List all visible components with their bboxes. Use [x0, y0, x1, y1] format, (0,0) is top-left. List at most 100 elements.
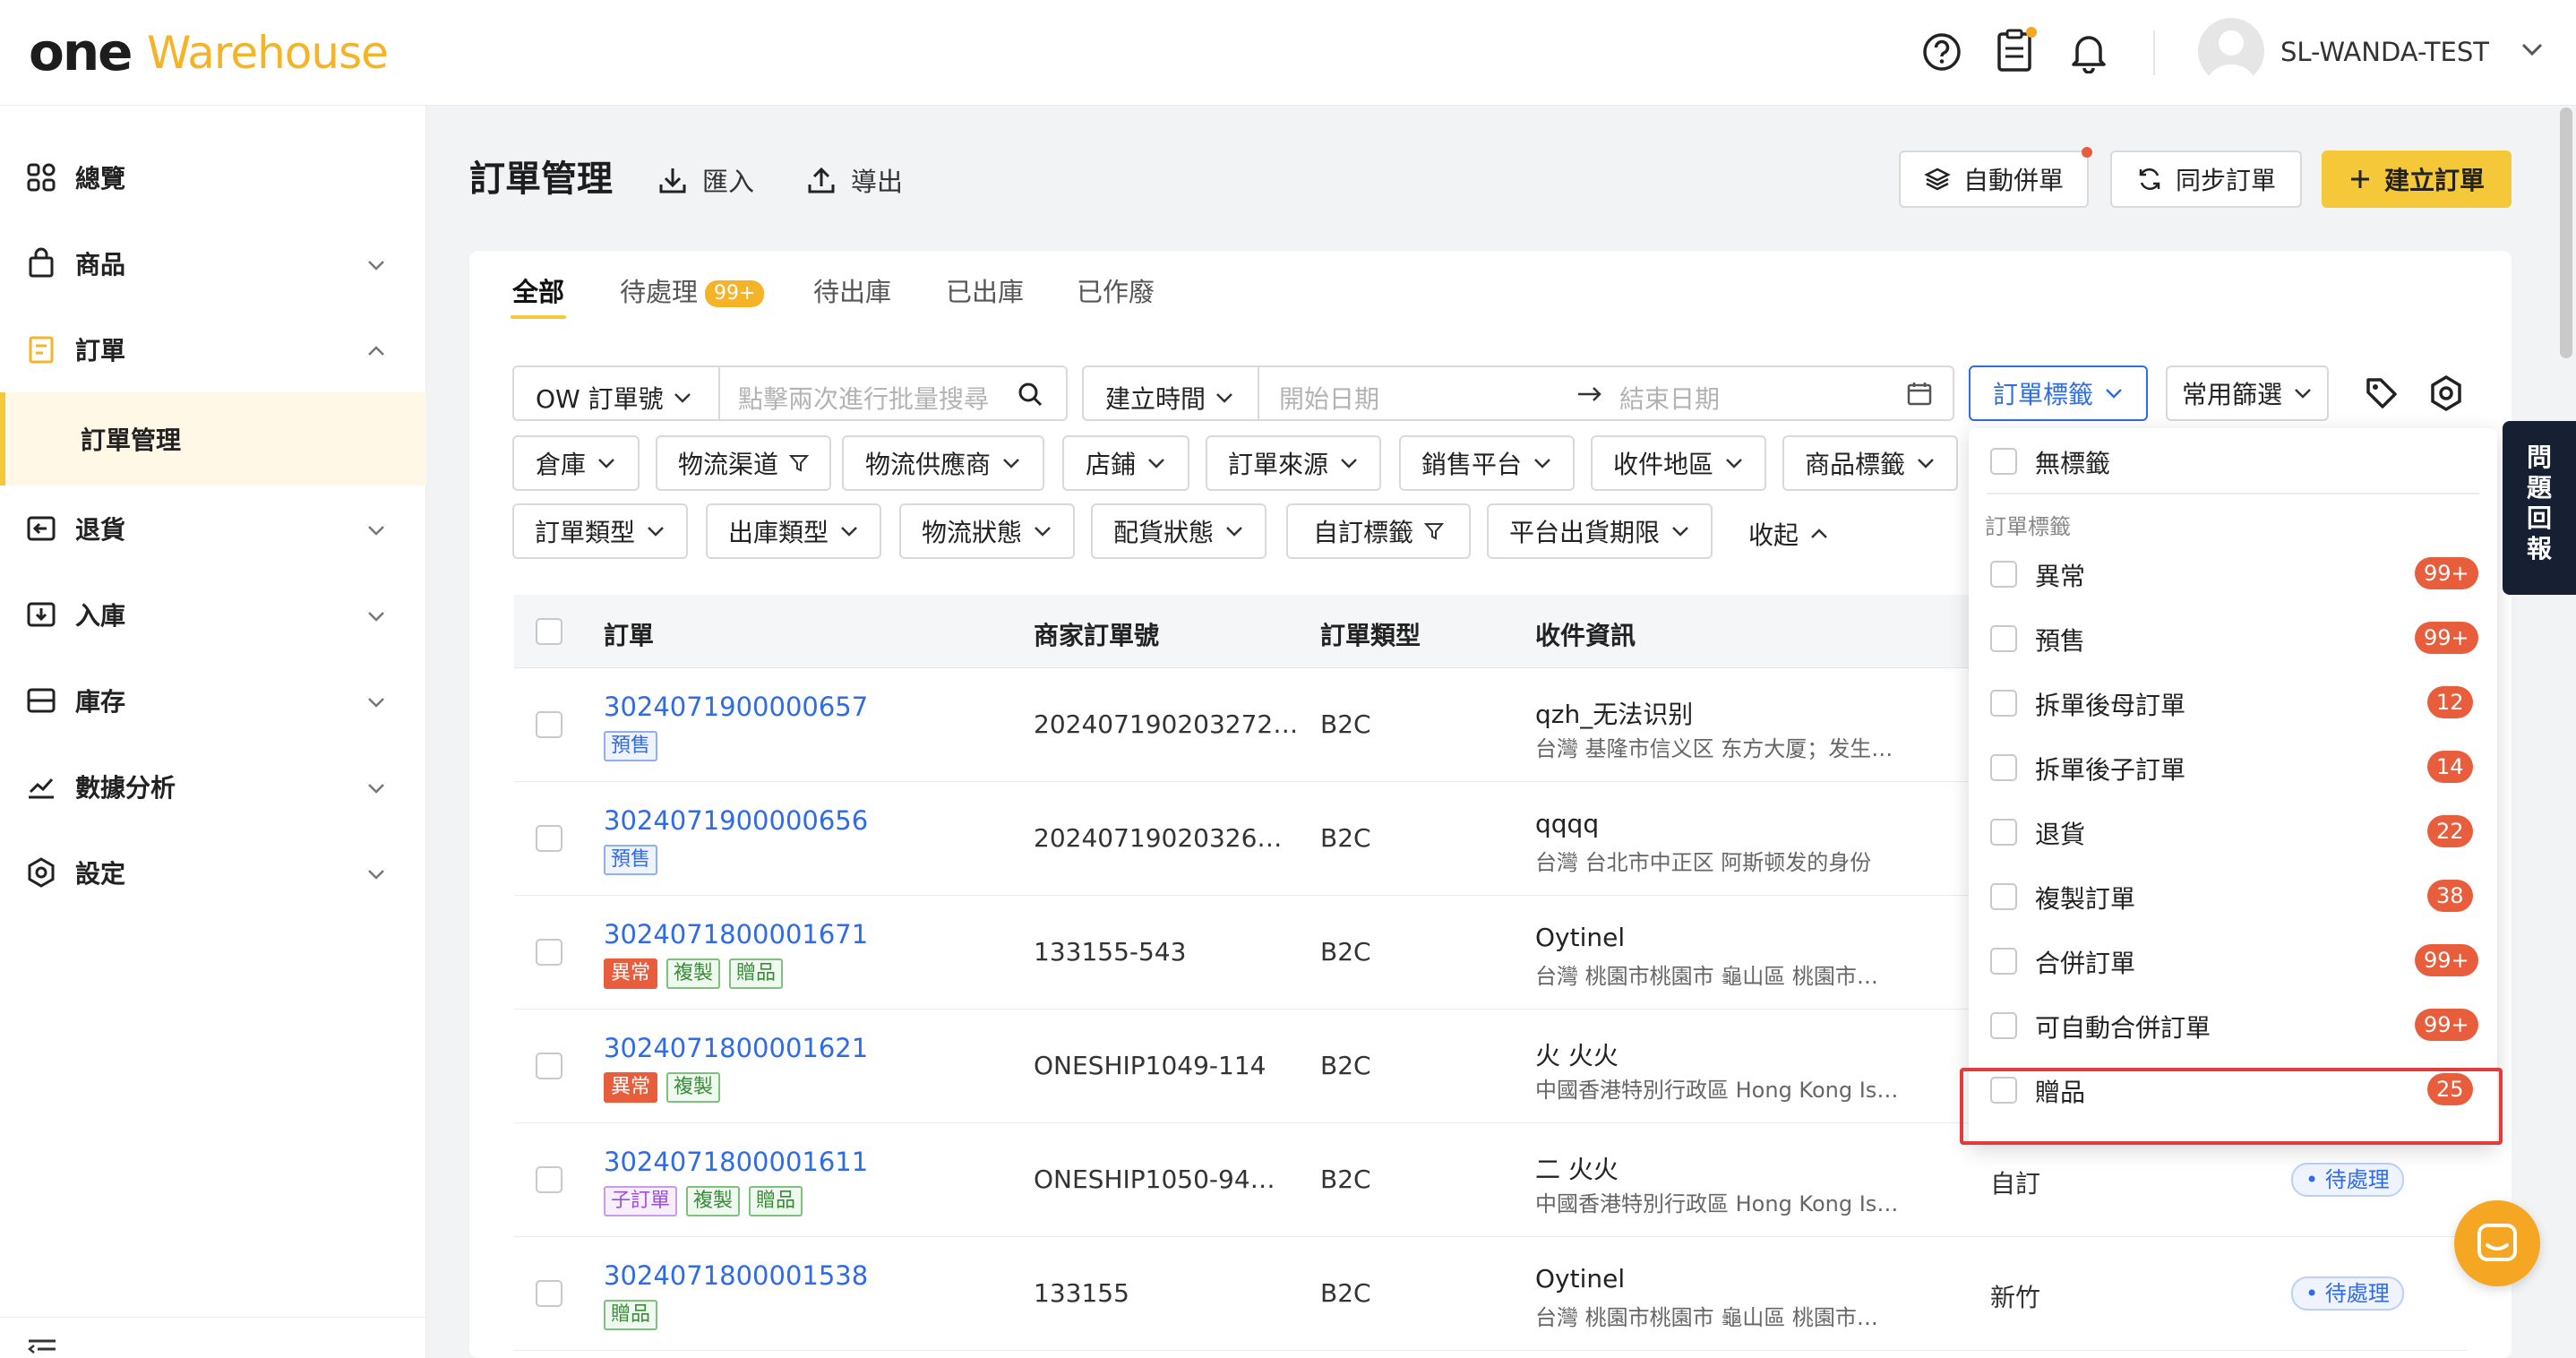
checkbox[interactable] [1990, 883, 2017, 910]
sidebar-item-inbound[interactable]: 入庫 [0, 572, 426, 658]
tab-all[interactable]: 全部 [512, 274, 564, 310]
merchant-order-number: ONESHIP1049-114 [1034, 1051, 1267, 1080]
sidebar-item-settings[interactable]: 設定 [0, 829, 426, 915]
filter-custom-tag[interactable]: 自訂標籤 [1286, 503, 1471, 559]
filter-warehouse[interactable]: 倉庫 [512, 435, 640, 491]
export-button[interactable]: 導出 [806, 161, 903, 199]
tag-option[interactable]: 預售 99+ [1969, 606, 2497, 670]
order-number-link[interactable]: 3024071900000657 [604, 692, 868, 722]
row-checkbox[interactable] [536, 711, 562, 738]
checkbox[interactable] [1990, 754, 2017, 781]
checkbox[interactable] [1990, 561, 2017, 588]
filter-order-source[interactable]: 訂單來源 [1206, 435, 1381, 491]
filter-outbound-type[interactable]: 出庫類型 [706, 503, 881, 559]
order-number-link[interactable]: 3024071800001611 [604, 1147, 868, 1177]
tab-to-ship[interactable]: 待出庫 [813, 274, 891, 310]
bell-icon[interactable] [2062, 25, 2116, 79]
tag-option[interactable]: 可自動合併訂單 99+ [1969, 993, 2497, 1057]
auto-merge-button[interactable]: 自動併單 [1899, 150, 2089, 208]
filter-label: 商品標籤 [1804, 450, 1905, 479]
sidebar-item-returns[interactable]: 退貨 [0, 486, 426, 572]
filter-label: 收件地區 [1612, 450, 1713, 479]
option-label: 無標籤 [2035, 449, 2111, 478]
brand-logo-one[interactable]: one [29, 20, 133, 84]
collapse-filters-button[interactable]: 收起 [1748, 516, 1829, 552]
sidebar-item-inventory[interactable]: 庫存 [0, 658, 426, 743]
tag-option[interactable]: 異常 99+ [1969, 541, 2497, 606]
option-no-tag[interactable]: 無標籤 [1969, 428, 2497, 493]
filter-sales-platform[interactable]: 銷售平台 [1399, 435, 1575, 491]
sidebar-item-products[interactable]: 商品 [0, 220, 426, 306]
tab-shipped[interactable]: 已出庫 [946, 274, 1024, 310]
start-date-input[interactable]: 開始日期 [1279, 380, 1379, 416]
calendar-icon[interactable] [1906, 380, 1933, 407]
row-checkbox[interactable] [536, 825, 562, 852]
filter-order-type[interactable]: 訂單類型 [512, 503, 688, 559]
order-number-link[interactable]: 3024071800001671 [604, 919, 868, 950]
avatar[interactable] [2198, 18, 2264, 84]
checkbox[interactable] [1990, 1012, 2017, 1039]
sidebar-item-analytics[interactable]: 數據分析 [0, 743, 426, 829]
order-tag-select[interactable]: 訂單標籤 [1969, 365, 2148, 421]
filter-allocation-status[interactable]: 配貨狀態 [1091, 503, 1267, 559]
table-row[interactable]: 3024071800001538 贈品 133155 B2C Oytinel 台灣 桃園市… [514, 1237, 2467, 1351]
sidebar-item-orders[interactable]: 訂單 [0, 306, 426, 392]
sync-orders-button[interactable]: 同步訂單 [2110, 150, 2302, 208]
filter-logistics-channel[interactable]: 物流渠道 [656, 435, 831, 491]
clipboard-icon[interactable] [1988, 23, 2042, 77]
row-checkbox[interactable] [536, 1166, 562, 1193]
filter-product-tag[interactable]: 商品標籤 [1782, 435, 1958, 491]
order-tags: 預售 [604, 731, 658, 761]
settings-icon[interactable] [2427, 374, 2465, 412]
brand-logo-warehouse[interactable]: Warehouse [147, 23, 389, 82]
filter-store[interactable]: 店鋪 [1062, 435, 1189, 491]
option-label: 拆單後母訂單 [2035, 691, 2186, 720]
tag-option[interactable]: 合併訂單 99+ [1969, 928, 2497, 993]
order-number-link[interactable]: 3024071800001538 [604, 1260, 868, 1291]
filter-recipient-region[interactable]: 收件地區 [1591, 435, 1766, 491]
tag-option[interactable]: 複製訂單 38 [1969, 864, 2497, 928]
sidebar-item-order-management[interactable]: 訂單管理 [0, 392, 426, 486]
tag-option[interactable]: 拆單後子訂單 14 [1969, 735, 2497, 799]
sidebar-item-overview[interactable]: 總覽 [0, 134, 426, 220]
scrollbar[interactable] [2560, 107, 2572, 358]
chat-button[interactable] [2454, 1200, 2540, 1286]
filter-logistics-provider[interactable]: 物流供應商 [842, 435, 1044, 491]
search-input[interactable]: 點擊兩次進行批量搜尋 [738, 380, 989, 416]
search-icon[interactable] [1016, 380, 1044, 408]
collapse-menu-icon[interactable] [27, 1338, 57, 1358]
tab-pending[interactable]: 待處理 99+ [620, 274, 765, 310]
time-type-select[interactable]: 建立時間 [1105, 380, 1234, 416]
option-label: 合併訂單 [2035, 949, 2136, 978]
option-label: 退貨 [2035, 820, 2086, 849]
tag-icon[interactable] [2363, 374, 2400, 412]
sidebar-item-label: 總覽 [75, 164, 126, 193]
end-date-input[interactable]: 結束日期 [1619, 380, 1720, 416]
user-name[interactable]: SL-WANDA-TEST [2280, 34, 2489, 70]
help-icon[interactable] [1915, 25, 1969, 79]
tag-option[interactable]: 拆單後母訂單 12 [1969, 670, 2497, 735]
feedback-button[interactable]: 問題回報 [2503, 421, 2576, 595]
sidebar-item-label: 庫存 [75, 687, 126, 717]
row-checkbox[interactable] [536, 1053, 562, 1079]
import-button[interactable]: 匯入 [657, 161, 754, 199]
select-all-checkbox[interactable] [536, 618, 562, 645]
order-number-link[interactable]: 3024071900000656 [604, 805, 868, 836]
filter-logistics-status[interactable]: 物流狀態 [899, 503, 1075, 559]
filter-platform-ship-deadline[interactable]: 平台出貨期限 [1487, 503, 1713, 559]
checkbox[interactable] [1990, 690, 2017, 717]
order-number-select[interactable]: OW 訂單號 [536, 380, 692, 416]
checkbox[interactable] [1990, 625, 2017, 652]
common-filters-select[interactable]: 常用篩選 [2166, 365, 2329, 421]
tab-voided[interactable]: 已作廢 [1077, 274, 1155, 310]
order-type: B2C [1320, 823, 1371, 853]
checkbox[interactable] [1990, 448, 2017, 475]
checkbox[interactable] [1990, 948, 2017, 975]
checkbox[interactable] [1990, 819, 2017, 846]
order-number-link[interactable]: 3024071800001621 [604, 1033, 868, 1063]
row-checkbox[interactable] [536, 1280, 562, 1307]
tag-option[interactable]: 退貨 22 [1969, 799, 2497, 864]
create-order-button[interactable]: 建立訂單 [2322, 150, 2512, 208]
row-checkbox[interactable] [536, 939, 562, 966]
chevron-down-icon[interactable] [2520, 41, 2544, 57]
